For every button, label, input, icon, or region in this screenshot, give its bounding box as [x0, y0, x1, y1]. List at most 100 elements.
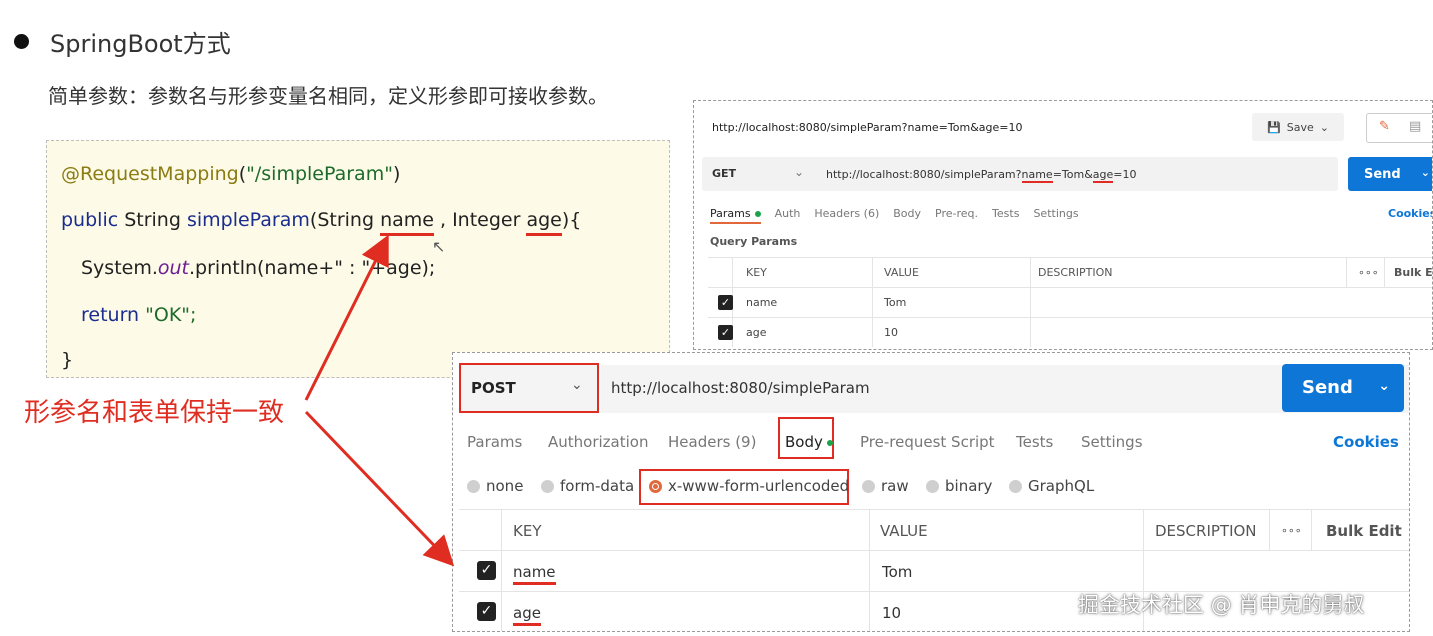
request-title: http://localhost:8080/simpleParam?name=T…: [712, 121, 1023, 134]
radio-form-data[interactable]: form-data: [541, 477, 634, 495]
radio-raw[interactable]: raw: [862, 477, 909, 495]
more-icon[interactable]: ∘∘∘: [1281, 524, 1302, 537]
tab-headers[interactable]: Headers (6): [814, 207, 879, 224]
system-token: System.: [81, 257, 158, 279]
tab-params[interactable]: Params: [467, 433, 522, 451]
param-key[interactable]: age: [513, 604, 541, 626]
edit-toolbar[interactable]: ✎ ▤: [1366, 113, 1432, 143]
param-open: (String: [309, 209, 381, 231]
table-row: ✓ age 10: [708, 317, 1432, 347]
chevron-down-icon[interactable]: ⌄: [1378, 378, 1390, 394]
postman-get-panel: http://localhost:8080/simpleParam?name=T…: [693, 100, 1433, 350]
pencil-icon[interactable]: ✎: [1379, 119, 1390, 134]
table-row: ✓ name Tom: [708, 287, 1432, 317]
tab-tests[interactable]: Tests: [1016, 433, 1053, 451]
chevron-down-icon[interactable]: ⌄: [571, 377, 583, 393]
url-prefix: http://localhost:8080/simpleParam?: [826, 168, 1022, 181]
tab-settings[interactable]: Settings: [1081, 433, 1143, 451]
radio-icon: [1009, 479, 1022, 493]
active-dot-icon: [826, 439, 833, 446]
annotation-token: @RequestMapping: [61, 163, 239, 185]
public-keyword: public: [61, 209, 119, 231]
column-description: DESCRIPTION: [1038, 266, 1113, 279]
column-key: KEY: [513, 522, 542, 540]
save-button[interactable]: 💾 Save ⌄: [1252, 113, 1344, 141]
method-select[interactable]: GET: [712, 167, 736, 180]
cookies-link[interactable]: Cookies: [1388, 207, 1432, 220]
param-value[interactable]: 10: [882, 604, 901, 622]
tab-headers[interactable]: Headers (9): [668, 433, 756, 451]
radio-binary[interactable]: binary: [926, 477, 992, 495]
tab-authorization[interactable]: Authorization: [548, 433, 648, 451]
cookies-link[interactable]: Cookies: [1333, 433, 1399, 451]
row-checkbox[interactable]: ✓: [718, 325, 733, 340]
tab-prerequest-script[interactable]: Pre-request Script: [860, 433, 995, 451]
chevron-down-icon: ⌄: [1319, 120, 1329, 134]
paren-close: ): [392, 163, 401, 185]
annotation-argument: "/simpleParam": [246, 163, 393, 185]
request-tabs: Params Auth Headers (6) Body Pre-req. Te…: [710, 207, 1079, 224]
tab-prerequest[interactable]: Pre-req.: [935, 207, 978, 224]
column-description: DESCRIPTION: [1155, 522, 1257, 540]
param-value[interactable]: Tom: [884, 296, 906, 309]
radio-label: none: [486, 477, 524, 495]
param-age-underlined: age: [526, 209, 562, 236]
code-block: @RequestMapping("/simpleParam") public S…: [46, 140, 670, 378]
column-value: VALUE: [884, 266, 919, 279]
return-keyword: return: [81, 304, 140, 326]
method-select[interactable]: POST: [471, 379, 516, 397]
table-row: ✓ name Tom: [459, 550, 1409, 591]
code-line-println: System.out.println(name+" : "+age);: [81, 257, 435, 279]
more-icon[interactable]: ∘∘∘: [1358, 266, 1379, 279]
arrow-to-form-icon: [304, 410, 455, 567]
bulk-edit-link[interactable]: Bulk Ed: [1394, 266, 1432, 279]
url-input[interactable]: http://localhost:8080/simpleParam: [611, 379, 870, 397]
url-mid: =Tom&: [1052, 168, 1093, 181]
out-field: out: [157, 257, 190, 279]
param-key[interactable]: name: [513, 563, 556, 585]
url-age-param: age: [1092, 168, 1114, 183]
send-button[interactable]: Send ⌄: [1348, 157, 1432, 191]
row-checkbox[interactable]: ✓: [477, 561, 496, 580]
param-value[interactable]: 10: [884, 326, 898, 339]
send-button[interactable]: Send ⌄: [1282, 364, 1404, 412]
code-line-annotation: @RequestMapping("/simpleParam"): [61, 163, 400, 185]
query-params-label: Query Params: [710, 235, 798, 248]
tab-params[interactable]: Params: [710, 207, 761, 224]
code-line-return: return "OK";: [81, 304, 196, 326]
println-call: .println(name+": [189, 257, 343, 279]
param-name-underlined: name: [380, 209, 434, 236]
radio-icon: [926, 479, 939, 493]
tab-body[interactable]: Body: [893, 207, 921, 224]
code-line-close: }: [61, 349, 74, 371]
cursor-icon: ↖: [432, 237, 446, 256]
radio-none[interactable]: none: [467, 477, 523, 495]
comment-icon[interactable]: ▤: [1409, 119, 1421, 134]
param-close: ){: [561, 209, 582, 231]
url-name-param: name: [1021, 168, 1053, 183]
radio-label: form-data: [560, 477, 635, 495]
section-heading: SpringBoot方式: [50, 30, 231, 58]
tab-settings[interactable]: Settings: [1033, 207, 1078, 224]
url-input[interactable]: http://localhost:8080/simpleParam?name=T…: [826, 168, 1137, 183]
code-line-signature: public String simpleParam(String name , …: [61, 209, 582, 236]
println-tail: "+age);: [361, 257, 436, 279]
println-colon: :: [342, 257, 362, 279]
tab-body[interactable]: Body: [785, 433, 833, 451]
row-checkbox[interactable]: ✓: [718, 295, 733, 310]
tab-tests[interactable]: Tests: [992, 207, 1019, 224]
radio-graphql[interactable]: GraphQL: [1009, 477, 1094, 495]
bulk-edit-link[interactable]: Bulk Edit: [1326, 522, 1402, 540]
url-suffix: =10: [1113, 168, 1137, 181]
tab-auth[interactable]: Auth: [775, 207, 801, 224]
chevron-down-icon[interactable]: ⌄: [794, 165, 804, 179]
column-value: VALUE: [880, 522, 928, 540]
method-name: simpleParam: [186, 209, 310, 231]
radio-x-www-form-urlencoded[interactable]: x-www-form-urlencoded: [649, 477, 849, 495]
param-key[interactable]: name: [746, 296, 777, 309]
bullet-dot: [14, 34, 29, 49]
param-value[interactable]: Tom: [882, 563, 912, 581]
tab-label: Body: [785, 433, 823, 451]
row-checkbox[interactable]: ✓: [477, 602, 496, 621]
param-key[interactable]: age: [746, 326, 767, 339]
